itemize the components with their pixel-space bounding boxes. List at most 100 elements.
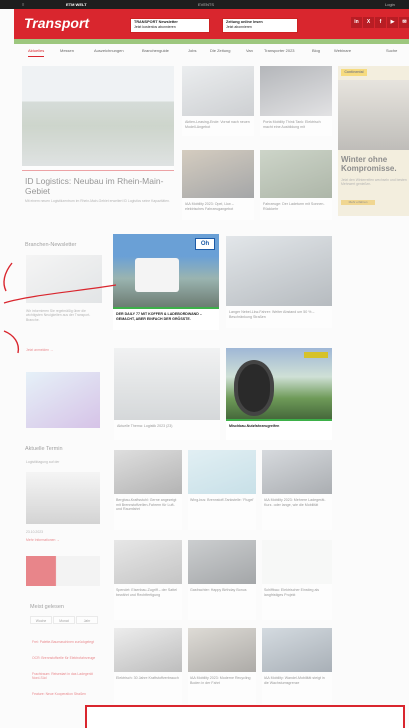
- mid-card-1[interactable]: Oh DER DAILY 77 MIT KOFFER & LADEBORDWAN…: [113, 234, 219, 330]
- grid-card-6[interactable]: Schiffbau: Elektrischer Einstieg als lan…: [262, 540, 332, 620]
- top-card-1-image: [182, 66, 254, 116]
- newsletter-heading: Branchen-Newsletter: [25, 242, 77, 248]
- tab-jahr[interactable]: Jahr: [76, 616, 98, 624]
- tire-brand-tag: [304, 352, 328, 358]
- meist-item-1[interactable]: Frei: Palette-Baumaschinen zurückgelegt: [32, 640, 100, 644]
- top-card-2-image: [260, 66, 332, 116]
- mid-card-1-caption: DER DAILY 77 MIT KOFFER & LADEBORDWAND –…: [116, 312, 202, 321]
- nav-item-jobs[interactable]: Jobs: [188, 45, 196, 57]
- hero-redline: [22, 170, 174, 171]
- grid-card-5[interactable]: Gasfrachter: Happy Birthday Bonus: [188, 540, 256, 620]
- facebook-icon[interactable]: f: [375, 17, 386, 28]
- mid-card-2-image: [226, 236, 332, 306]
- meist-heading: Meist gelesen: [30, 604, 64, 610]
- mid-card-4[interactable]: Mischbau-Nutzfahrzeugreifen: [226, 348, 332, 440]
- tab-monat[interactable]: Monat: [53, 616, 75, 624]
- mid-card-3[interactable]: Aktuelle Thema: Logistik 2023 (23): [114, 348, 220, 440]
- overlay-popup-box[interactable]: [85, 705, 405, 728]
- grid-card-1-caption: Bergbau-Kraftsstuhl: Gerne angezeigt mit…: [116, 498, 177, 512]
- grid-card-9-caption: IAA Mobility: Wandel-Mobilität steigt in…: [264, 676, 325, 685]
- nav-item-van[interactable]: Van: [246, 45, 253, 57]
- site-header: Transport TRANSPORT Newsletter Jetzt kos…: [14, 9, 409, 39]
- meist-item-3[interactable]: Frachtraum: Reisestart in das Ladegerät …: [32, 672, 100, 680]
- meist-item-2[interactable]: OCR: Brennstoffzelle für Elektrofahrzeug…: [32, 656, 100, 660]
- nav-item-messen[interactable]: Messen: [60, 45, 74, 57]
- termin-sub: Logistiktagung auf der: [26, 460, 60, 464]
- meist-item-4[interactable]: Feature: Neue Kooperation Straßen: [32, 692, 100, 696]
- epaper-box[interactable]: Zeitung online lesen Jetzt abonnieren: [222, 18, 298, 33]
- grid-card-7-image: [114, 628, 182, 672]
- grid-card-9[interactable]: IAA Mobility: Wandel-Mobilität steigt in…: [262, 628, 332, 704]
- newsletter-box[interactable]: TRANSPORT Newsletter Jetzt kostenlos abo…: [130, 18, 210, 33]
- grid-card-8-caption: IAA Mobility 2023: Moderne Recycling Bod…: [190, 676, 251, 685]
- grid-card-3-caption: IAA Mobility 2023: Mehrere Ladegerät-Kur…: [264, 498, 326, 507]
- hero-card[interactable]: [22, 66, 174, 171]
- van-shape: [135, 258, 179, 292]
- top-card-1-caption: Aktien-Leasing-Ende: Vorrat nach neuen M…: [185, 120, 250, 129]
- grid-card-1[interactable]: Bergbau-Kraftsstuhl: Gerne angezeigt mit…: [114, 450, 182, 530]
- nav-item-zeitung[interactable]: Die Zeitung: [210, 45, 230, 57]
- grid-card-8-image: [188, 628, 256, 672]
- nav-item-blog[interactable]: Blog: [312, 45, 320, 57]
- mid-card-2[interactable]: Langer Nebel-Lkw-Fahrer: Weiter Abstand …: [226, 236, 332, 328]
- grid-card-5-image: [188, 540, 256, 584]
- grid-card-5-caption: Gasfrachter: Happy Birthday Bonus: [190, 588, 247, 592]
- top-card-4-caption: Fahrzeuge: Der Ladeturm mit Sonnen-Rückk…: [263, 202, 325, 211]
- top-card-1[interactable]: Aktien-Leasing-Ende: Vorrat nach neuen M…: [182, 66, 254, 136]
- grid-card-9-image: [262, 628, 332, 672]
- grid-card-8[interactable]: IAA Mobility 2023: Moderne Recycling Bod…: [188, 628, 256, 704]
- linkedin-icon[interactable]: in: [351, 17, 362, 28]
- grid-card-1-image: [114, 450, 182, 494]
- nav-item-aktuelles[interactable]: Aktuelles: [28, 46, 45, 57]
- nav-item-transporter[interactable]: Transporter 2023: [264, 45, 295, 57]
- page: ≡ ETM WELT EVENTS Login Transport TRANSP…: [0, 0, 409, 728]
- green-accent-bar: [14, 39, 409, 44]
- top-card-3-caption: IAA Mobility 2023: Opel, Lkw – elektrisc…: [185, 202, 234, 211]
- mid-card-1-greenline: [113, 307, 219, 309]
- grid-card-6-caption: Schiffbau: Elektrischer Einstieg als lan…: [264, 588, 320, 597]
- nav-item-webinare[interactable]: Webinare: [334, 45, 351, 57]
- top-card-3[interactable]: IAA Mobility 2023: Opel, Lkw – elektrisc…: [182, 150, 254, 220]
- nav-item-auszeichnungen[interactable]: Auszeichnungen: [94, 45, 124, 57]
- youtube-icon[interactable]: ▶: [387, 17, 398, 28]
- events-link[interactable]: EVENTS: [198, 0, 214, 9]
- nav-item-suche[interactable]: Suche: [386, 45, 397, 57]
- main-nav: Aktuelles Messen Auszeichnungen Branchen…: [14, 45, 409, 57]
- newsletter-box-sub: Jetzt kostenlos abonnieren: [134, 24, 176, 29]
- continental-logo: Continental: [341, 69, 367, 76]
- mid-card-3-image: [114, 348, 220, 420]
- termin-link[interactable]: Mehr Informationen →: [26, 538, 60, 542]
- ad-subtext: Jetzt den Winterreifen wechseln und best…: [341, 178, 407, 187]
- ad-button[interactable]: Mehr erfahren: [341, 200, 375, 205]
- top-bar: ≡ ETM WELT EVENTS Login: [0, 0, 409, 9]
- grid-card-2[interactable]: Wing-bus: Brennstoff-Tankstelle: 'Flugel…: [188, 450, 256, 530]
- ad-tire-image: [338, 80, 409, 150]
- mail-icon[interactable]: ✉: [399, 17, 409, 28]
- login-link[interactable]: Login: [385, 0, 395, 9]
- transport-logo[interactable]: Transport: [24, 15, 89, 31]
- advertisement[interactable]: Continental: [338, 66, 409, 216]
- etm-logo[interactable]: ETM WELT: [66, 0, 87, 9]
- grid-card-2-image: [188, 450, 256, 494]
- top-card-4[interactable]: Fahrzeuge: Der Ladeturm mit Sonnen-Rückk…: [260, 150, 332, 220]
- grid-card-2-caption: Wing-bus: Brennstoff-Tankstelle: 'Flugel…: [190, 498, 254, 502]
- grid-card-4[interactable]: Spendet: Eisenbau-Zugriff – der Sattel b…: [114, 540, 182, 620]
- mid-card-3-caption: Aktuelle Thema: Logistik 2023 (23): [117, 424, 173, 428]
- grid-card-7[interactable]: Elektrisch: 30 Jahre Kraftstoffverbrauch: [114, 628, 182, 704]
- red-annotation-scribble: [3, 262, 117, 354]
- sidebar-promo-image[interactable]: [26, 372, 100, 428]
- grid-card-7-caption: Elektrisch: 30 Jahre Kraftstoffverbrauch: [116, 676, 179, 680]
- nav-item-branchenguide[interactable]: Branchenguide: [142, 45, 169, 57]
- hero-title[interactable]: ID Logistics: Neubau im Rhein-Main-Gebie…: [25, 176, 170, 196]
- menu-icon[interactable]: ≡: [22, 0, 24, 9]
- top-card-2[interactable]: Porta Mobility Think Tank: Elektrisch ma…: [260, 66, 332, 136]
- tire-shape: [234, 360, 274, 416]
- mid-card-4-caption: Mischbau-Nutzfahrzeugreifen: [229, 424, 280, 428]
- epaper-box-sub: Jetzt abonnieren: [226, 24, 252, 29]
- mid-card-4-greenline: [226, 419, 332, 421]
- termin-image: [26, 472, 100, 524]
- grid-card-3[interactable]: IAA Mobility 2023: Mehrere Ladegerät-Kur…: [262, 450, 332, 530]
- sidebar-banner[interactable]: [26, 556, 100, 586]
- x-icon[interactable]: X: [363, 17, 374, 28]
- tab-woche[interactable]: Woche: [30, 616, 52, 624]
